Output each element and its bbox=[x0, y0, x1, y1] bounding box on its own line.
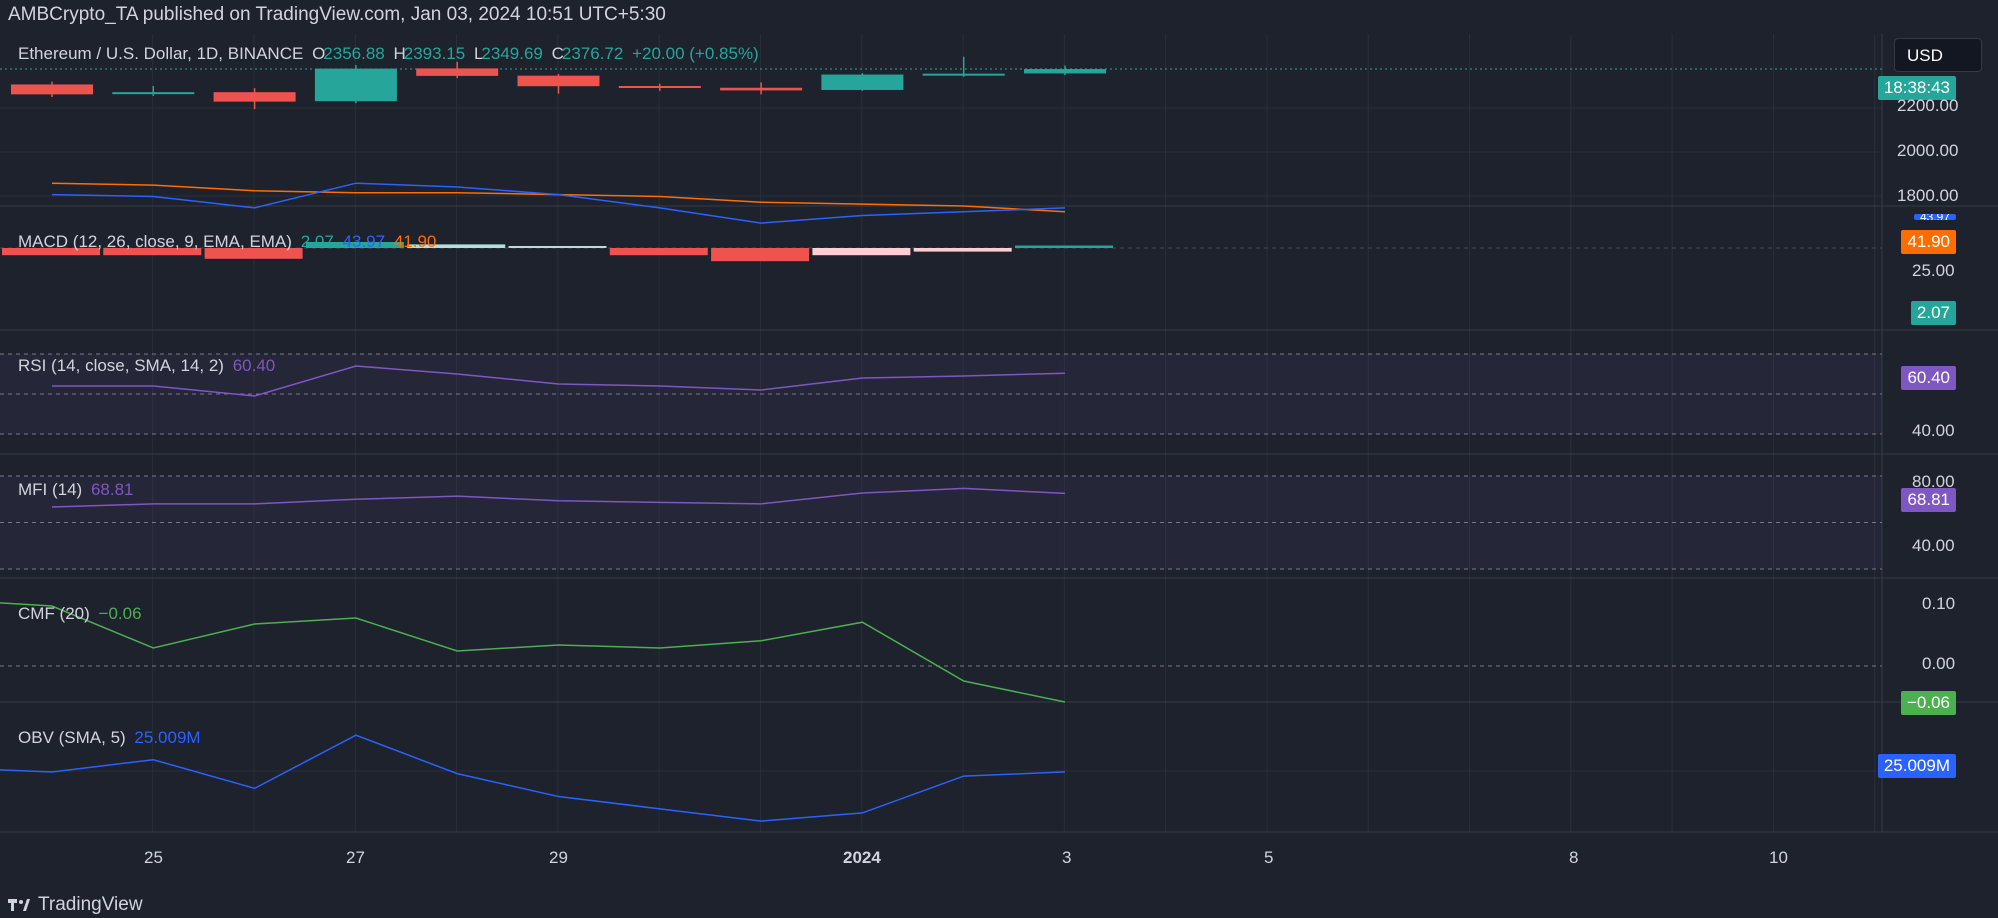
macd-line-box: 43.97 bbox=[1913, 214, 1956, 220]
low-value: 2349.69 bbox=[481, 44, 543, 63]
chart-area[interactable]: Ethereum / U.S. Dollar, 1D, BINANCE O235… bbox=[0, 34, 1998, 884]
candle-body bbox=[517, 75, 600, 87]
publish-info: AMBCrypto_TA published on TradingView.co… bbox=[8, 4, 666, 25]
candle-body bbox=[11, 84, 93, 95]
candle-body bbox=[112, 92, 195, 95]
price-axis-2000: 2000.00 bbox=[1897, 141, 1959, 160]
rsi-value: 60.40 bbox=[232, 356, 276, 375]
macd-signal-line bbox=[51, 182, 1066, 213]
open-value: 2356.88 bbox=[323, 44, 385, 63]
mfi-legend: MFI (14) 68.81 bbox=[18, 480, 138, 500]
mfi-value-box: 68.81 bbox=[1901, 488, 1956, 512]
macd-histogram-bar bbox=[711, 248, 810, 262]
chart-canvas[interactable] bbox=[0, 34, 1998, 884]
candle-body bbox=[720, 87, 803, 91]
macd-histogram-bar bbox=[1015, 245, 1113, 248]
macd-histogram-bar bbox=[609, 248, 708, 256]
cmf-value-box: −0.06 bbox=[1900, 691, 1956, 715]
candle-body bbox=[1024, 69, 1106, 74]
mfi-axis-40: 40.00 bbox=[1912, 536, 1955, 555]
price-axis-2200: 2200.00 bbox=[1897, 96, 1959, 115]
macd-label: MACD (12, 26, close, 9, EMA, EMA) bbox=[18, 232, 292, 251]
x-tick-25: 25 bbox=[144, 848, 163, 867]
footer-logo-text: TradingView bbox=[38, 894, 143, 915]
macd-hist-value: 2.07 bbox=[300, 232, 334, 251]
macd-hist-box: 2.07 bbox=[1910, 301, 1956, 325]
macd-legend: MACD (12, 26, close, 9, EMA, EMA) 2.07 4… bbox=[18, 232, 440, 252]
x-tick-8: 8 bbox=[1569, 848, 1579, 867]
high-value: 2393.15 bbox=[403, 44, 466, 63]
macd-signal-value: 41.90 bbox=[393, 232, 437, 251]
candle-body bbox=[314, 68, 397, 102]
cmf-label: CMF (20) bbox=[18, 604, 90, 623]
macd-line-value: 43.97 bbox=[342, 232, 386, 251]
macd-histogram-bar bbox=[508, 246, 607, 248]
rsi-value-box: 60.40 bbox=[1901, 366, 1956, 390]
candle-body bbox=[416, 68, 499, 76]
obv-value: 25.009M bbox=[134, 728, 201, 747]
obv-legend: OBV (SMA, 5) 25.009M bbox=[18, 728, 205, 748]
candle-body bbox=[922, 73, 1005, 76]
header-bar: AMBCrypto_TA published on TradingView.co… bbox=[0, 0, 1998, 34]
candle-body bbox=[213, 92, 296, 102]
cmf-line bbox=[0, 602, 1066, 703]
rsi-label: RSI (14, close, SMA, 14, 2) bbox=[18, 356, 224, 375]
price-axis-1800: 1800.00 bbox=[1897, 186, 1959, 205]
close-value: 2376.72 bbox=[561, 44, 624, 63]
x-tick-27: 27 bbox=[346, 848, 365, 867]
x-tick-5: 5 bbox=[1264, 848, 1274, 867]
x-tick-29: 29 bbox=[549, 848, 568, 867]
x-tick-2024: 2024 bbox=[843, 848, 881, 867]
symbol-title: Ethereum / U.S. Dollar, 1D, BINANCE bbox=[18, 44, 304, 63]
change-value: +20.00 (+0.85%) bbox=[632, 44, 759, 63]
macd-line bbox=[51, 182, 1066, 224]
main-legend: Ethereum / U.S. Dollar, 1D, BINANCE O235… bbox=[18, 44, 763, 64]
obv-line bbox=[0, 734, 1066, 822]
rsi-axis-40: 40.00 bbox=[1912, 421, 1955, 440]
macd-signal-box: 41.90 bbox=[1901, 230, 1956, 254]
tradingview-logo: TradingView bbox=[8, 894, 143, 916]
cmf-axis-000: 0.00 bbox=[1922, 654, 1956, 673]
mfi-label: MFI (14) bbox=[18, 480, 83, 499]
footer-bar: TradingView bbox=[0, 884, 1998, 918]
mfi-value: 68.81 bbox=[90, 480, 134, 499]
candle-body bbox=[618, 86, 701, 88]
rsi-legend: RSI (14, close, SMA, 14, 2) 60.40 bbox=[18, 356, 279, 376]
macd-axis-25: 25.00 bbox=[1912, 261, 1955, 280]
macd-histogram-bar bbox=[812, 248, 911, 256]
cmf-value: −0.06 bbox=[98, 604, 142, 623]
x-tick-3: 3 bbox=[1062, 848, 1072, 867]
currency-button[interactable]: USD bbox=[1894, 38, 1982, 72]
obv-value-box: 25.009M bbox=[1877, 754, 1956, 778]
macd-histogram-bar bbox=[913, 248, 1012, 252]
cmf-axis-010: 0.10 bbox=[1922, 594, 1956, 613]
candle-body bbox=[821, 74, 904, 90]
cmf-legend: CMF (20) −0.06 bbox=[18, 604, 146, 624]
x-tick-10: 10 bbox=[1769, 848, 1788, 867]
obv-label: OBV (SMA, 5) bbox=[18, 728, 126, 747]
tradingview-logo-icon bbox=[8, 899, 30, 911]
